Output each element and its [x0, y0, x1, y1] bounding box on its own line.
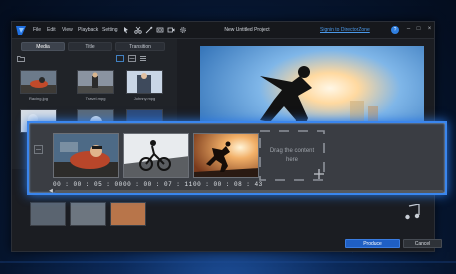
audio-icon[interactable] — [156, 26, 164, 34]
maximize-icon[interactable]: □ — [414, 25, 423, 34]
tab-transition[interactable]: Transition — [115, 42, 165, 51]
storyboard-handle-icon[interactable] — [34, 145, 43, 154]
cancel-button[interactable]: Cancel — [403, 239, 442, 248]
drop-target-slot[interactable]: Drag the content here — [259, 130, 325, 181]
clip-thumbnail — [126, 70, 163, 94]
clip-thumbnail — [20, 70, 57, 94]
library-clip[interactable]: Racing.jpg — [20, 70, 57, 101]
storyboard-thumbnail — [123, 133, 189, 178]
minimize-icon[interactable]: – — [404, 25, 413, 34]
app-logo-icon — [16, 26, 26, 35]
import-folder-icon[interactable] — [17, 55, 25, 62]
menu-view[interactable]: View — [62, 27, 73, 33]
pointer-icon[interactable] — [122, 26, 130, 34]
close-icon[interactable]: × — [425, 25, 434, 34]
menu-playback[interactable]: Playback — [78, 27, 98, 33]
scissors-icon[interactable] — [134, 26, 142, 34]
music-track-icon[interactable] — [403, 204, 425, 222]
view-grid-icon[interactable] — [116, 55, 124, 62]
project-title: New Untitled Project — [224, 27, 270, 33]
produce-label: Produce — [363, 241, 382, 247]
produce-button[interactable]: Produce — [345, 239, 400, 248]
clip-duration: 00 : 00 : 05 : 00 — [53, 181, 123, 188]
clip-name: Racing.jpg — [29, 96, 48, 101]
magic-wand-icon[interactable] — [145, 26, 153, 34]
tab-title[interactable]: Title — [68, 42, 112, 51]
menu-file[interactable]: File — [33, 27, 41, 33]
library-clip[interactable]: Travel.mpg — [77, 70, 114, 101]
drop-hint: Drag the content here — [269, 148, 315, 163]
library-clip[interactable]: Johnny.mpg — [126, 70, 163, 101]
storyboard-clip[interactable]: 00 : 00 : 07 : 11 — [123, 133, 193, 188]
clip-name: Johnny.mpg — [133, 96, 156, 101]
tab-media[interactable]: Media — [21, 42, 65, 51]
menu-setting[interactable]: Setting — [102, 27, 118, 33]
settings-icon[interactable] — [179, 26, 187, 34]
storyboard-strip-background — [30, 202, 165, 226]
scroll-left-arrow-icon[interactable]: ◀ — [49, 189, 54, 194]
storyboard-thumbnail — [193, 133, 259, 178]
clip-thumbnail — [77, 70, 114, 94]
record-icon[interactable] — [167, 26, 175, 34]
storyboard-clip[interactable]: 00 : 00 : 08 : 43 — [193, 133, 263, 188]
storyboard-clip[interactable]: 00 : 00 : 05 : 00 — [53, 133, 123, 188]
menu-edit[interactable]: Edit — [47, 27, 56, 33]
storyboard-thumbnail — [53, 133, 119, 178]
help-icon[interactable]: ? — [391, 26, 399, 34]
clip-duration: 00 : 00 : 08 : 43 — [193, 181, 263, 188]
library-menu-icon[interactable] — [139, 55, 147, 62]
clip-name: Travel.mpg — [85, 96, 106, 101]
clip-duration: 00 : 00 : 07 : 11 — [123, 181, 193, 188]
signin-link[interactable]: Signin to DirectorZone — [320, 27, 370, 33]
cancel-label: Cancel — [414, 241, 431, 247]
title-bar: File Edit View Playback Setting New Unti… — [12, 22, 434, 39]
storyboard-zoom-callout: 00 : 00 : 05 : 00 00 : 00 : 07 : 11 00:… — [27, 121, 447, 195]
storyboard-scrollbar[interactable] — [55, 190, 443, 193]
view-list-icon[interactable] — [128, 55, 136, 62]
